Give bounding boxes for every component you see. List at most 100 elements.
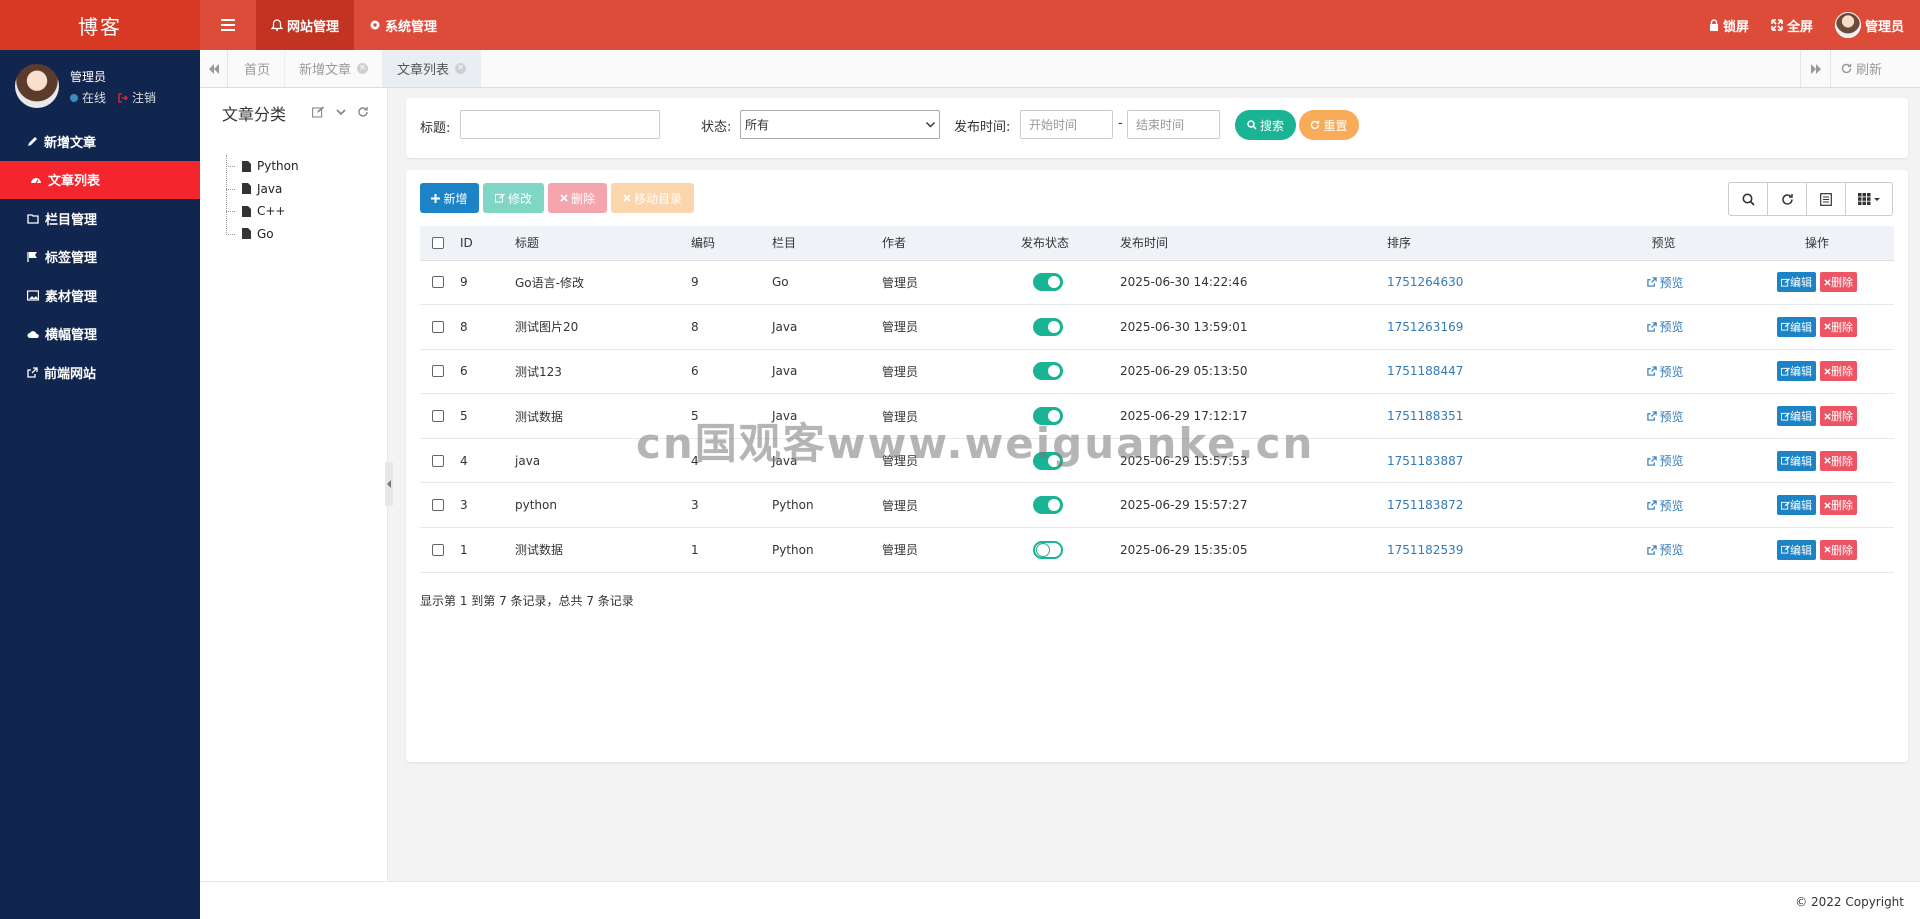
tree-node-java[interactable]: Java: [222, 178, 299, 201]
header-publish-status[interactable]: 发布状态: [1021, 226, 1120, 261]
publish-toggle[interactable]: [1033, 362, 1063, 381]
table-columns-button[interactable]: [1846, 183, 1892, 215]
sort-value-link[interactable]: 1751182539: [1387, 543, 1463, 557]
header-publish-time[interactable]: 发布时间: [1120, 226, 1387, 261]
preview-link[interactable]: 预览: [1587, 274, 1740, 291]
start-time-input[interactable]: 开始时间: [1020, 110, 1113, 139]
sort-value-link[interactable]: 1751183887: [1387, 454, 1463, 468]
sort-value-link[interactable]: 1751183872: [1387, 498, 1463, 512]
publish-toggle[interactable]: [1033, 273, 1063, 292]
tabs-scroll-left[interactable]: [200, 50, 228, 87]
app-logo[interactable]: 博客: [0, 0, 200, 50]
table-search-button[interactable]: [1729, 183, 1768, 215]
publish-toggle[interactable]: [1033, 407, 1063, 426]
row-edit-button[interactable]: 编辑: [1777, 361, 1816, 382]
sort-value-link[interactable]: 1751188447: [1387, 364, 1463, 378]
publish-toggle[interactable]: [1033, 540, 1063, 559]
sidebar-item-column-management[interactable]: 栏目管理: [0, 199, 200, 238]
row-checkbox[interactable]: [432, 543, 444, 556]
row-delete-button[interactable]: 删除: [1820, 361, 1857, 382]
row-edit-button[interactable]: 编辑: [1777, 406, 1816, 427]
header-column[interactable]: 栏目: [772, 226, 882, 261]
row-delete-button[interactable]: 删除: [1820, 450, 1857, 471]
tree-node-cpp[interactable]: C++: [222, 200, 299, 223]
close-icon[interactable]: ×: [455, 63, 467, 74]
sidebar-item-material-management[interactable]: 素材管理: [0, 276, 200, 315]
header-title[interactable]: 标题: [515, 226, 691, 261]
table-toggle-view-button[interactable]: [1807, 183, 1846, 215]
refresh-tab-button[interactable]: 刷新: [1830, 50, 1920, 87]
fullscreen-button[interactable]: 全屏: [1771, 16, 1813, 35]
tree-node-python[interactable]: Python: [222, 155, 299, 178]
status-select[interactable]: 所有: [740, 110, 940, 139]
row-edit-button[interactable]: 编辑: [1777, 316, 1816, 337]
sort-value-link[interactable]: 1751188351: [1387, 409, 1463, 423]
nav-site-management[interactable]: 网站管理: [256, 0, 355, 50]
row-checkbox[interactable]: [432, 410, 444, 423]
nav-system-management[interactable]: 系统管理: [354, 0, 452, 50]
header-sort[interactable]: 排序: [1387, 226, 1587, 261]
table-row[interactable]: 6 测试123 6 Java 管理员 2025-06-29 05:13:50 1751188…: [420, 349, 1894, 395]
row-edit-button[interactable]: 编辑: [1777, 272, 1816, 293]
user-menu[interactable]: 管理员: [1834, 12, 1904, 38]
row-delete-button[interactable]: 删除: [1820, 495, 1857, 516]
tab-article-list[interactable]: 文章列表 ×: [383, 50, 482, 87]
row-edit-button[interactable]: 编辑: [1777, 539, 1816, 560]
refresh-icon[interactable]: [357, 106, 369, 118]
row-checkbox[interactable]: [432, 320, 444, 333]
sidebar-item-banner-management[interactable]: 横幅管理: [0, 315, 200, 354]
logout-link[interactable]: 注销: [118, 89, 156, 106]
table-row[interactable]: 4 java 4 Java 管理员 2025-06-29 15:57:53 17511838…: [420, 438, 1894, 484]
panel-collapse-handle[interactable]: [385, 462, 393, 506]
table-row[interactable]: 5 测试数据 5 Java 管理员 2025-06-29 17:12:17 17511883…: [420, 393, 1894, 439]
header-author[interactable]: 作者: [882, 226, 1021, 261]
tree-node-go[interactable]: Go: [222, 223, 299, 246]
row-checkbox[interactable]: [432, 276, 444, 289]
tab-home[interactable]: 首页: [230, 50, 286, 87]
table-refresh-button[interactable]: [1768, 183, 1807, 215]
chevron-down-icon[interactable]: [335, 106, 347, 118]
header-code[interactable]: 编码: [691, 226, 772, 261]
close-icon[interactable]: ×: [357, 63, 369, 74]
table-row[interactable]: 8 测试图片20 8 Java 管理员 2025-06-30 13:59:01 175126…: [420, 304, 1894, 350]
search-button[interactable]: 搜索: [1235, 110, 1296, 140]
sidebar-item-tag-management[interactable]: 标签管理: [0, 238, 200, 277]
tabs-scroll-right[interactable]: [1800, 50, 1830, 87]
preview-link[interactable]: 预览: [1587, 363, 1740, 380]
table-row[interactable]: 1 测试数据 1 Python 管理员 2025-06-29 15:35:05 175118…: [420, 527, 1894, 573]
publish-toggle[interactable]: [1033, 451, 1063, 470]
reset-button[interactable]: 重置: [1299, 110, 1359, 140]
sidebar-item-add-article[interactable]: 新增文章: [0, 122, 200, 161]
header-preview[interactable]: 预览: [1587, 226, 1740, 261]
preview-link[interactable]: 预览: [1587, 318, 1740, 335]
sort-value-link[interactable]: 1751264630: [1387, 275, 1463, 289]
header-id[interactable]: ID: [460, 226, 515, 261]
row-checkbox[interactable]: [432, 365, 444, 378]
sidebar-item-article-list[interactable]: 文章列表: [0, 160, 200, 199]
row-delete-button[interactable]: 删除: [1820, 316, 1857, 337]
table-row[interactable]: 9 Go语言-修改 9 Go 管理员 2025-06-30 14:22:46 1751264…: [420, 260, 1894, 306]
select-all-checkbox[interactable]: [432, 236, 444, 249]
publish-toggle[interactable]: [1033, 317, 1063, 336]
row-edit-button[interactable]: 编辑: [1777, 495, 1816, 516]
preview-link[interactable]: 预览: [1587, 408, 1740, 425]
edit-button[interactable]: 修改: [483, 183, 544, 213]
preview-link[interactable]: 预览: [1587, 541, 1740, 558]
title-input[interactable]: [460, 110, 660, 139]
move-directory-button[interactable]: 移动目录: [611, 183, 694, 213]
row-checkbox[interactable]: [432, 499, 444, 512]
row-edit-button[interactable]: 编辑: [1777, 450, 1816, 471]
header-actions[interactable]: 操作: [1740, 226, 1894, 261]
sort-value-link[interactable]: 1751263169: [1387, 320, 1463, 334]
row-delete-button[interactable]: 删除: [1820, 539, 1857, 560]
edit-icon[interactable]: [312, 106, 325, 118]
menu-toggle-icon[interactable]: [218, 15, 238, 35]
preview-link[interactable]: 预览: [1587, 497, 1740, 514]
end-time-input[interactable]: 结束时间: [1127, 110, 1220, 139]
publish-toggle[interactable]: [1033, 496, 1063, 515]
row-delete-button[interactable]: 删除: [1820, 406, 1857, 427]
lock-screen-button[interactable]: 锁屏: [1709, 16, 1749, 35]
delete-button[interactable]: 删除: [548, 183, 607, 213]
table-row[interactable]: 3 python 3 Python 管理员 2025-06-29 15:57:27 1751…: [420, 482, 1894, 529]
tab-add-article[interactable]: 新增文章 ×: [285, 50, 384, 87]
